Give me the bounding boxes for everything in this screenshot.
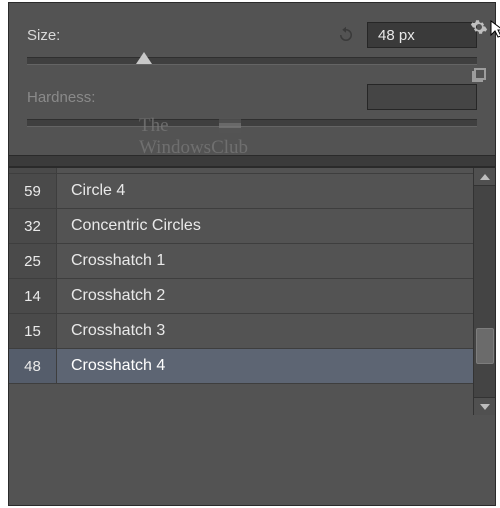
- list-item[interactable]: 48 Crosshatch 4: [9, 349, 473, 384]
- size-row: Size:: [27, 21, 477, 49]
- new-preset-icon[interactable]: [471, 65, 489, 83]
- brush-thumb: 33: [9, 168, 57, 173]
- brush-name: Crosshatch 4: [57, 357, 473, 375]
- brush-thumb: 14: [9, 279, 57, 313]
- brush-name: Circle 4: [57, 182, 473, 200]
- brush-thumb: 15: [9, 314, 57, 348]
- brush-list-area: 33 59 Circle 4 32 Concentric Circles 25 …: [9, 167, 495, 415]
- size-slider-thumb[interactable]: [136, 52, 152, 64]
- list-item[interactable]: 14 Crosshatch 2: [9, 279, 473, 314]
- size-slider[interactable]: [27, 57, 477, 65]
- section-divider: [9, 155, 495, 167]
- brush-name: Crosshatch 2: [57, 287, 473, 305]
- size-input[interactable]: [367, 22, 477, 48]
- brush-list[interactable]: 33 59 Circle 4 32 Concentric Circles 25 …: [9, 168, 473, 415]
- scroll-down-button[interactable]: [474, 397, 495, 415]
- brush-thumb: 59: [9, 174, 57, 208]
- list-item[interactable]: 32 Concentric Circles: [9, 209, 473, 244]
- brush-name: Crosshatch 1: [57, 252, 473, 270]
- cursor-pointer-icon: [489, 19, 500, 39]
- scroll-up-button[interactable]: [474, 168, 495, 186]
- brush-name: Crosshatch 3: [57, 322, 473, 340]
- brush-preset-picker: Size: Hardness: The WindowsClub 33: [8, 2, 496, 506]
- chevron-down-icon: [480, 404, 490, 410]
- gear-icon[interactable]: [469, 17, 489, 37]
- brush-name: Concentric Circles: [57, 217, 473, 235]
- list-item[interactable]: 25 Crosshatch 1: [9, 244, 473, 279]
- size-label: Size:: [27, 27, 147, 44]
- brush-controls: Size: Hardness: The WindowsClub: [9, 3, 495, 155]
- scrollbar-thumb[interactable]: [476, 328, 494, 364]
- brush-thumb: 25: [9, 244, 57, 278]
- brush-list-scrollbar[interactable]: [473, 168, 495, 415]
- hardness-slider: [27, 119, 477, 127]
- hardness-input: [367, 84, 477, 110]
- hardness-row: Hardness:: [27, 83, 477, 111]
- list-item[interactable]: 59 Circle 4: [9, 174, 473, 209]
- reset-size-icon[interactable]: [337, 26, 355, 44]
- list-item[interactable]: 15 Crosshatch 3: [9, 314, 473, 349]
- brush-thumb: 32: [9, 209, 57, 243]
- chevron-up-icon: [480, 174, 490, 180]
- hardness-label: Hardness:: [27, 89, 147, 106]
- brush-thumb: 48: [9, 349, 57, 383]
